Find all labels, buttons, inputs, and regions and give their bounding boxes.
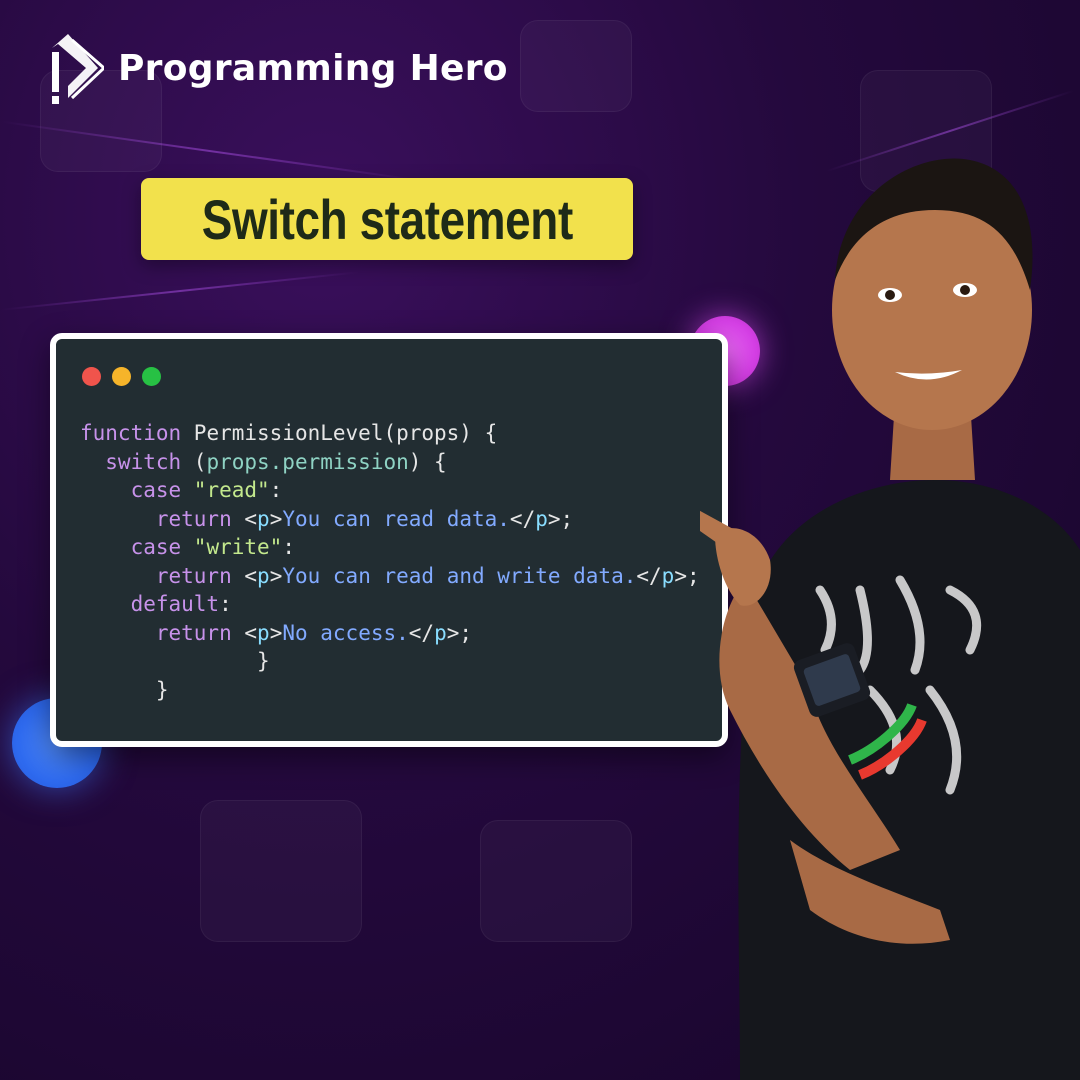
close-dot-icon — [82, 367, 101, 386]
minimize-dot-icon — [112, 367, 131, 386]
post-canvas: Programming Hero Switch statement functi… — [0, 0, 1080, 1080]
code-token: You can read and write data. — [282, 563, 637, 588]
code-token: function — [80, 421, 194, 445]
code-block: function PermissionLevel(props) { switch… — [80, 419, 700, 704]
code-token: No access. — [282, 620, 409, 645]
code-token: > — [269, 620, 283, 645]
code-token: ) { — [408, 449, 447, 474]
code-line: switch (props.permission) { — [80, 448, 700, 477]
code-token: ( — [193, 449, 207, 474]
window-controls — [82, 367, 161, 386]
code-token: "write" — [193, 535, 283, 559]
code-line: default: — [80, 590, 700, 619]
code-token: p — [257, 563, 270, 588]
code-line: } — [80, 647, 700, 676]
code-line: case "write": — [80, 533, 700, 562]
code-token: } — [80, 649, 270, 673]
code-token: </ — [509, 506, 536, 531]
code-token: return — [80, 620, 245, 645]
code-token: p — [661, 563, 675, 588]
maximize-dot-icon — [142, 367, 161, 386]
code-token: p — [434, 620, 447, 645]
bg-tile — [200, 800, 362, 942]
code-line: case "read": — [80, 476, 700, 505]
code-token: >; — [547, 506, 574, 531]
code-token: < — [244, 506, 258, 531]
code-token: } — [80, 677, 169, 702]
code-line: return <p>You can read data.</p>; — [80, 505, 700, 534]
bg-tile — [520, 20, 632, 112]
code-token: : — [282, 535, 295, 559]
code-token: You can read data. — [282, 506, 510, 531]
code-token: "read" — [193, 478, 270, 502]
title-badge: Switch statement — [141, 178, 633, 260]
code-token: </ — [408, 620, 435, 645]
code-token: >; — [446, 620, 473, 645]
code-token: return — [80, 563, 245, 588]
code-token: case — [80, 535, 194, 559]
code-token: p — [257, 506, 270, 531]
presenter-photo — [700, 158, 1080, 1080]
code-token: >; — [674, 563, 700, 588]
code-token: props.permission — [206, 449, 409, 474]
code-token: < — [244, 620, 258, 645]
code-token: p — [535, 506, 548, 531]
code-line: return <p>You can read and write data.</… — [80, 562, 700, 591]
code-token: case — [80, 478, 194, 502]
brand-name: Programming Hero — [118, 47, 508, 89]
code-line: } — [80, 676, 700, 705]
code-token: > — [269, 506, 283, 531]
code-window: function PermissionLevel(props) { switch… — [50, 333, 728, 747]
code-token: </ — [636, 563, 662, 588]
play-p-logo-icon — [52, 34, 104, 104]
code-token: default — [80, 592, 220, 616]
brand-header: Programming Hero — [48, 28, 508, 108]
code-token: return — [80, 506, 245, 531]
code-token: : — [219, 592, 232, 616]
code-line: return <p>No access.</p>; — [80, 619, 700, 648]
code-line: function PermissionLevel(props) { — [80, 419, 700, 448]
post-title: Switch statement — [201, 187, 573, 251]
code-token: : — [269, 478, 283, 502]
code-token: PermissionLevel(props) { — [193, 421, 498, 445]
code-token: > — [269, 563, 283, 588]
code-token: p — [257, 620, 270, 645]
bg-streak — [0, 271, 360, 311]
code-token: switch — [80, 449, 194, 474]
bg-tile — [480, 820, 632, 942]
code-token: < — [244, 563, 258, 588]
